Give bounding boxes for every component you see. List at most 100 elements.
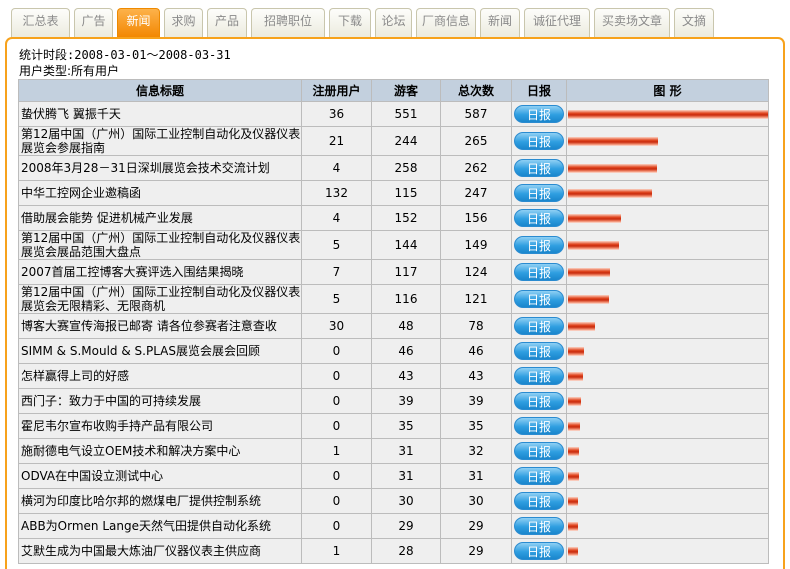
header-guests: 游客 [371, 79, 441, 102]
row-title[interactable]: 第12届中国（广州）国际工业控制自动化及仪器仪表展览会展品范围大盘点 [18, 230, 302, 260]
row-registered: 0 [301, 363, 372, 389]
row-registered: 0 [301, 463, 372, 489]
tab-4[interactable]: 产品 [207, 8, 247, 37]
daily-report-button[interactable]: 日报 [514, 263, 564, 281]
row-guests: 116 [371, 284, 441, 314]
row-graph-cell [566, 155, 769, 181]
tab-6[interactable]: 下载 [329, 8, 371, 37]
row-daily-cell: 日报 [511, 538, 567, 564]
tab-12[interactable]: 文摘 [674, 8, 714, 37]
row-title[interactable]: 蛰伏腾飞 翼振千天 [18, 101, 302, 127]
table-row: 霍尼韦尔宣布收购手持产品有限公司 0 35 35 日报 [18, 413, 769, 439]
row-title[interactable]: 借助展会能势 促进机械产业发展 [18, 205, 302, 231]
table-row: 横河为印度比哈尔邦的燃煤电厂提供控制系统 0 30 30 日报 [18, 488, 769, 514]
row-graph-cell [566, 438, 769, 464]
row-title[interactable]: ABB为Ormen Lange天然气田提供自动化系统 [18, 513, 302, 539]
daily-report-button[interactable]: 日报 [514, 342, 564, 360]
daily-report-button[interactable]: 日报 [514, 317, 564, 335]
row-graph-cell [566, 230, 769, 260]
row-title[interactable]: 第12届中国（广州）国际工业控制自动化及仪器仪表展览会参展指南 [18, 126, 302, 156]
table-row: ABB为Ormen Lange天然气田提供自动化系统 0 29 29 日报 [18, 513, 769, 539]
row-total: 30 [440, 488, 512, 514]
daily-report-button[interactable]: 日报 [514, 467, 564, 485]
row-title[interactable]: 霍尼韦尔宣布收购手持产品有限公司 [18, 413, 302, 439]
bar [568, 421, 580, 431]
table-row: 第12届中国（广州）国际工业控制自动化及仪器仪表展览会展品范围大盘点 5 144 14… [18, 230, 769, 260]
row-title[interactable]: 中华工控网企业邀稿函 [18, 180, 302, 206]
row-title[interactable]: 2008年3月28－31日深圳展览会技术交流计划 [18, 155, 302, 181]
user-type: 用户类型:所有用户 [19, 64, 120, 78]
row-total: 43 [440, 363, 512, 389]
row-registered: 0 [301, 338, 372, 364]
row-graph-cell [566, 205, 769, 231]
bar [568, 346, 584, 356]
row-graph-cell [566, 488, 769, 514]
daily-report-button[interactable]: 日报 [514, 492, 564, 510]
daily-report-button[interactable]: 日报 [514, 105, 564, 123]
row-title[interactable]: 博客大赛宣传海报已邮寄 请各位参赛者注意查收 [18, 313, 302, 339]
daily-report-button[interactable]: 日报 [514, 367, 564, 385]
row-title[interactable]: 第12届中国（广州）国际工业控制自动化及仪器仪表展览会无限精彩、无限商机 [18, 284, 302, 314]
row-guests: 35 [371, 413, 441, 439]
daily-report-button[interactable]: 日报 [514, 517, 564, 535]
daily-report-button[interactable]: 日报 [514, 392, 564, 410]
table-row: SIMM & S.Mould & S.PLAS展览会展会回顾 0 46 46 日报 [18, 338, 769, 364]
tab-5[interactable]: 招聘职位 [251, 8, 325, 37]
tab-3[interactable]: 求购 [164, 8, 203, 37]
row-registered: 7 [301, 259, 372, 285]
row-graph-cell [566, 180, 769, 206]
tab-9[interactable]: 新闻 [480, 8, 520, 37]
row-guests: 48 [371, 313, 441, 339]
table-row: ODVA在中国设立测试中心 0 31 31 日报 [18, 463, 769, 489]
row-daily-cell: 日报 [511, 438, 567, 464]
header-total: 总次数 [440, 79, 512, 102]
stat-period: 统计时段:2008-03-01～2008-03-31 [19, 48, 231, 62]
row-title[interactable]: 西门子：致力于中国的可持续发展 [18, 388, 302, 414]
row-registered: 5 [301, 230, 372, 260]
row-title[interactable]: 横河为印度比哈尔邦的燃煤电厂提供控制系统 [18, 488, 302, 514]
row-daily-cell: 日报 [511, 338, 567, 364]
tab-1[interactable]: 广告 [74, 8, 113, 37]
tab-8[interactable]: 厂商信息 [416, 8, 476, 37]
daily-report-button[interactable]: 日报 [514, 159, 564, 177]
tab-11[interactable]: 买卖场文章 [594, 8, 670, 37]
row-total: 265 [440, 126, 512, 156]
daily-report-button[interactable]: 日报 [514, 542, 564, 560]
row-registered: 132 [301, 180, 372, 206]
row-title[interactable]: 怎样赢得上司的好感 [18, 363, 302, 389]
row-title[interactable]: SIMM & S.Mould & S.PLAS展览会展会回顾 [18, 338, 302, 364]
daily-report-button[interactable]: 日报 [514, 236, 564, 254]
row-guests: 29 [371, 513, 441, 539]
bar [568, 496, 578, 506]
daily-report-button[interactable]: 日报 [514, 290, 564, 308]
tab-0[interactable]: 汇总表 [11, 8, 70, 37]
row-daily-cell: 日报 [511, 513, 567, 539]
row-graph-cell [566, 284, 769, 314]
row-title[interactable]: 2007首届工控博客大赛评选入围结果揭晓 [18, 259, 302, 285]
tab-7[interactable]: 论坛 [375, 8, 412, 37]
row-title[interactable]: 艾默生成为中国最大炼油厂仪器仪表主供应商 [18, 538, 302, 564]
row-graph-cell [566, 126, 769, 156]
row-graph-cell [566, 338, 769, 364]
row-daily-cell: 日报 [511, 205, 567, 231]
row-graph-cell [566, 463, 769, 489]
row-title[interactable]: ODVA在中国设立测试中心 [18, 463, 302, 489]
tab-10[interactable]: 诚征代理 [524, 8, 590, 37]
row-graph-cell [566, 363, 769, 389]
row-registered: 30 [301, 313, 372, 339]
row-title[interactable]: 施耐德电气设立OEM技术和解决方案中心 [18, 438, 302, 464]
row-guests: 551 [371, 101, 441, 127]
daily-report-button[interactable]: 日报 [514, 132, 564, 150]
daily-report-button[interactable]: 日报 [514, 442, 564, 460]
table-row: 艾默生成为中国最大炼油厂仪器仪表主供应商 1 28 29 日报 [18, 538, 769, 564]
tab-bar: 汇总表 广告 新闻 求购 产品 招聘职位 下载 论坛 厂商信息 新闻 诚征代理 买卖场文章 文摘 [11, 8, 790, 38]
row-total: 156 [440, 205, 512, 231]
stats-table: 信息标题 注册用户 游客 总次数 日报 图 形 蛰伏腾飞 翼振千天 36 551 58… [18, 79, 769, 564]
daily-report-button[interactable]: 日报 [514, 184, 564, 202]
tab-2[interactable]: 新闻 [117, 8, 160, 38]
daily-report-button[interactable]: 日报 [514, 417, 564, 435]
row-registered: 0 [301, 488, 372, 514]
daily-report-button[interactable]: 日报 [514, 209, 564, 227]
row-graph-cell [566, 413, 769, 439]
row-graph-cell [566, 388, 769, 414]
